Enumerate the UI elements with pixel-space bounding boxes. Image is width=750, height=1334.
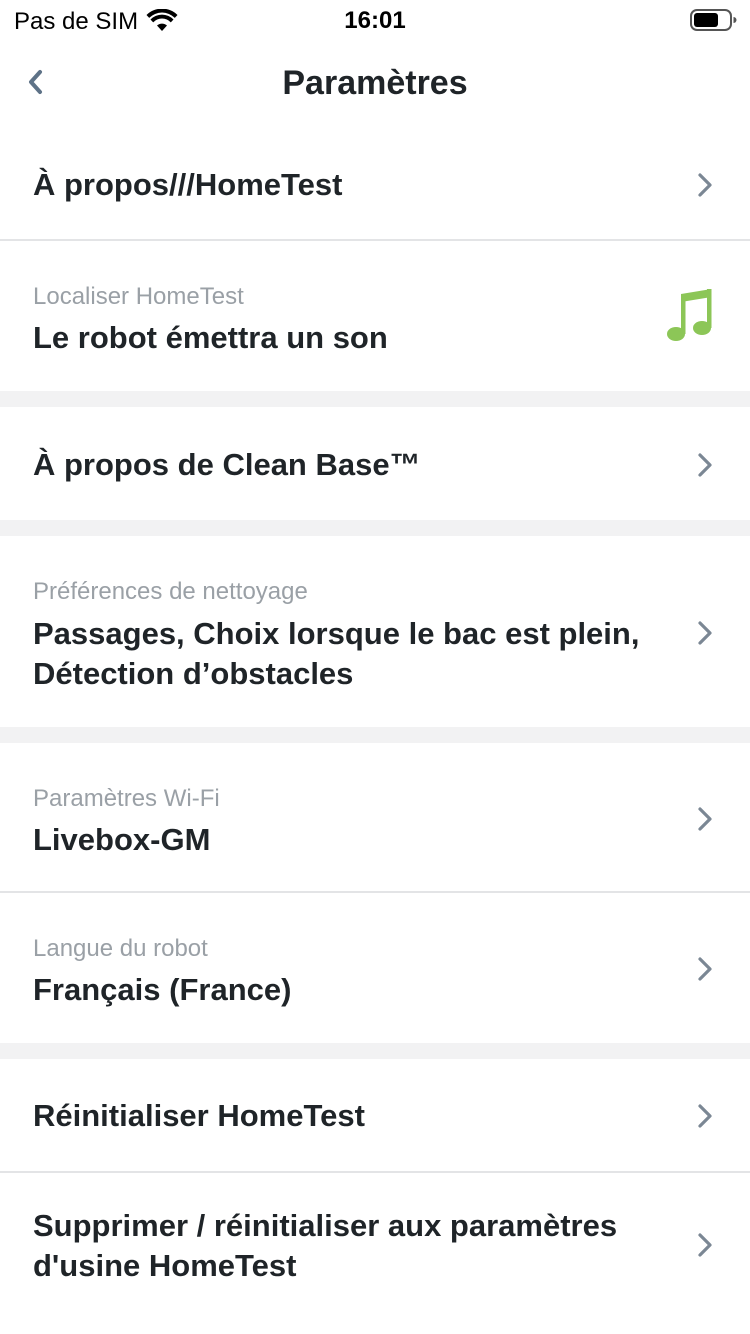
row-subtitle: Localiser HomeTest xyxy=(33,283,244,310)
music-note-icon[interactable] xyxy=(664,286,714,346)
reset-robot-row[interactable]: Réinitialiser HomeTest xyxy=(0,1059,750,1171)
row-title: Réinitialiser HomeTest xyxy=(33,1098,365,1133)
chevron-right-icon xyxy=(698,173,712,197)
clean-base-row[interactable]: À propos de Clean Base™ xyxy=(0,407,750,520)
about-robot-row[interactable]: À propos///HomeTest xyxy=(0,128,750,240)
cleaning-preferences-row[interactable]: Préférences de nettoyage Passages, Choix… xyxy=(0,536,750,727)
row-title: Livebox-GM xyxy=(33,822,211,857)
chevron-right-icon xyxy=(698,807,712,831)
row-title: Supprimer / réinitialiser aux paramètres… xyxy=(33,1208,618,1283)
row-subtitle: Paramètres Wi-Fi xyxy=(33,785,220,812)
factory-reset-row[interactable]: Supprimer / réinitialiser aux paramètres… xyxy=(0,1173,750,1334)
chevron-right-icon xyxy=(698,1233,712,1257)
status-bar: Pas de SIM 16:01 xyxy=(0,0,750,42)
chevron-right-icon xyxy=(698,621,712,645)
locate-robot-row[interactable]: Localiser HomeTest Le robot émettra un s… xyxy=(0,241,750,391)
section-gap xyxy=(0,1043,750,1059)
row-title: À propos///HomeTest xyxy=(33,167,343,202)
chevron-right-icon xyxy=(698,453,712,477)
row-title: Le robot émettra un son xyxy=(33,320,388,355)
row-subtitle: Préférences de nettoyage xyxy=(33,578,308,605)
battery-icon xyxy=(690,9,737,31)
row-subtitle: Langue du robot xyxy=(33,935,208,962)
clock: 16:01 xyxy=(344,7,406,34)
section-gap xyxy=(0,391,750,407)
row-title: Français (France) xyxy=(33,972,292,1007)
section-gap xyxy=(0,727,750,743)
page-title: Paramètres xyxy=(282,64,468,102)
nav-bar: Paramètres xyxy=(0,42,750,128)
row-title: À propos de Clean Base™ xyxy=(33,447,421,482)
row-title: Passages, Choix lorsque le bac est plein… xyxy=(33,616,640,691)
chevron-right-icon xyxy=(698,1104,712,1128)
chevron-right-icon xyxy=(698,957,712,981)
wifi-settings-row[interactable]: Paramètres Wi-Fi Livebox-GM xyxy=(0,743,750,891)
robot-language-row[interactable]: Langue du robot Français (France) xyxy=(0,893,750,1043)
section-gap xyxy=(0,520,750,536)
